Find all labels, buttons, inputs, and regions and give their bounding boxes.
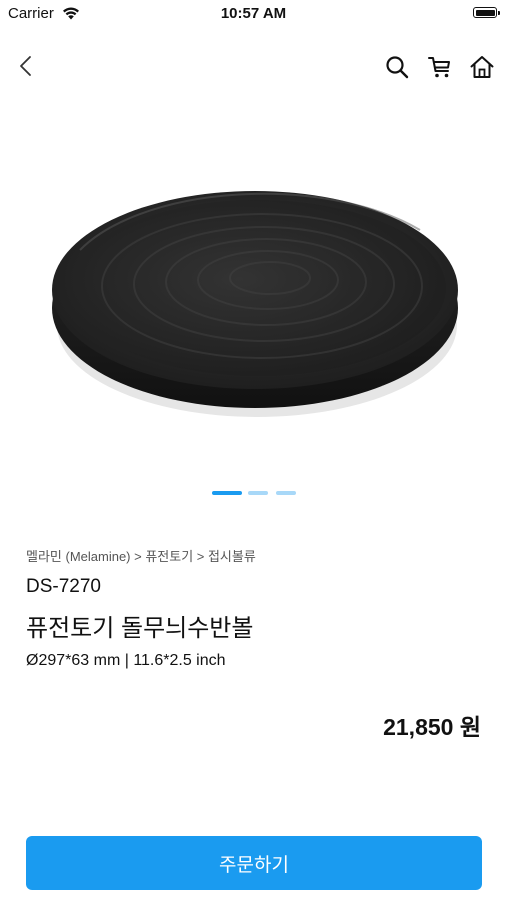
pager-dot[interactable] — [276, 491, 296, 495]
category-breadcrumb[interactable]: 멜라민 (Melamine) > 퓨전토기 > 접시볼류 — [26, 546, 256, 565]
pager-dot[interactable] — [248, 491, 268, 495]
product-image-plate[interactable] — [0, 120, 507, 460]
status-bar: Carrier 10:57 AM — [0, 0, 507, 28]
battery-icon — [473, 7, 500, 18]
image-pager[interactable] — [0, 491, 507, 495]
pager-dot-active[interactable] — [212, 491, 242, 495]
product-name: 퓨전토기 돌무늬수반볼 — [26, 615, 254, 642]
product-detail-screen: Carrier 10:57 AM 멜라민 (Melamine) > 퓨전토기 >… — [0, 0, 507, 900]
product-code: DS-7270 — [26, 576, 101, 597]
product-size: Ø297*63 mm | 11.6*2.5 inch — [26, 652, 226, 669]
cart-icon[interactable] — [427, 54, 453, 80]
navigation-bar — [0, 44, 507, 88]
product-price: 21,850 원 — [383, 714, 481, 740]
order-button[interactable]: 주문하기 — [26, 836, 482, 890]
order-button-label: 주문하기 — [219, 854, 289, 876]
back-chevron-icon[interactable] — [12, 52, 40, 80]
status-time: 10:57 AM — [220, 5, 287, 22]
home-icon[interactable] — [469, 54, 495, 80]
search-icon[interactable] — [384, 54, 410, 80]
